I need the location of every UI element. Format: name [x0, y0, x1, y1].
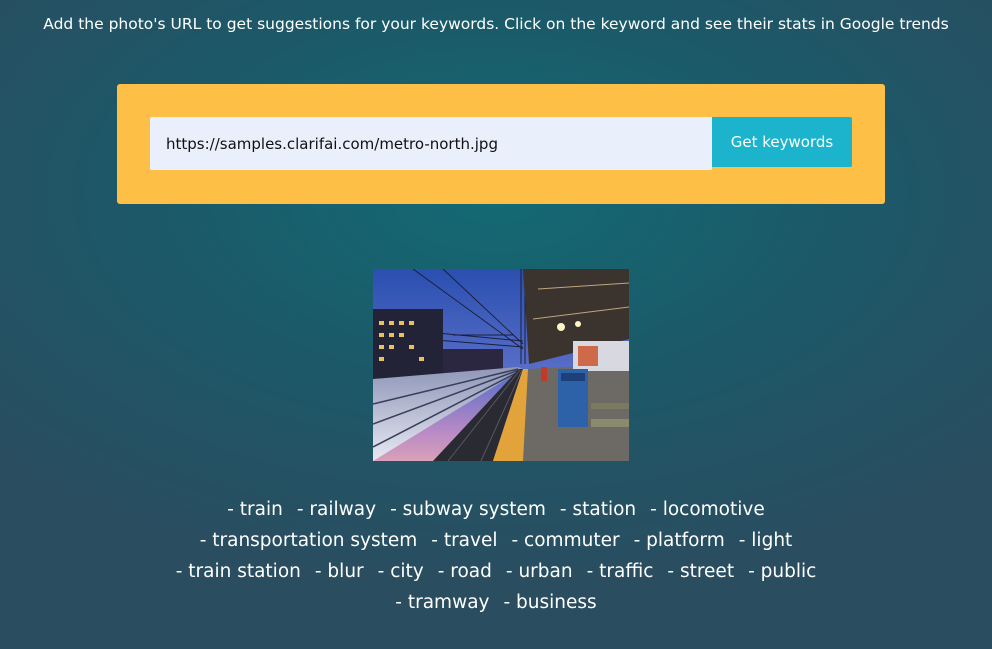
keyword-link[interactable]: - transportation system [200, 525, 418, 556]
instructions-text: Add the photo's URL to get suggestions f… [43, 15, 949, 33]
keyword-link[interactable]: - light [739, 525, 793, 556]
keyword-link[interactable]: - station [560, 494, 636, 525]
get-keywords-button[interactable]: Get keywords [712, 117, 852, 167]
keyword-link[interactable]: - train station [176, 556, 301, 587]
keyword-link[interactable]: - public [748, 556, 816, 587]
keyword-link[interactable]: - subway system [390, 494, 546, 525]
photo-url-input[interactable] [150, 117, 712, 170]
keyword-link[interactable]: - tramway [395, 587, 489, 618]
keyword-link[interactable]: - urban [506, 556, 573, 587]
keyword-link[interactable]: - traffic [587, 556, 654, 587]
keywords-list: - train - railway - subway system - station… [146, 494, 846, 618]
keyword-link[interactable]: - street [667, 556, 734, 587]
keyword-link[interactable]: - blur [315, 556, 364, 587]
keyword-link[interactable]: - city [378, 556, 424, 587]
keyword-link[interactable]: - business [504, 587, 597, 618]
keyword-link[interactable]: - platform [634, 525, 725, 556]
keyword-link[interactable]: - railway [297, 494, 376, 525]
keyword-link[interactable]: - road [438, 556, 492, 587]
keyword-link[interactable]: - commuter [512, 525, 620, 556]
keyword-link[interactable]: - train [227, 494, 283, 525]
keyword-link[interactable]: - travel [431, 525, 497, 556]
keyword-link[interactable]: - locomotive [650, 494, 765, 525]
photo-preview [373, 269, 629, 461]
url-form-panel: Get keywords [117, 84, 885, 204]
